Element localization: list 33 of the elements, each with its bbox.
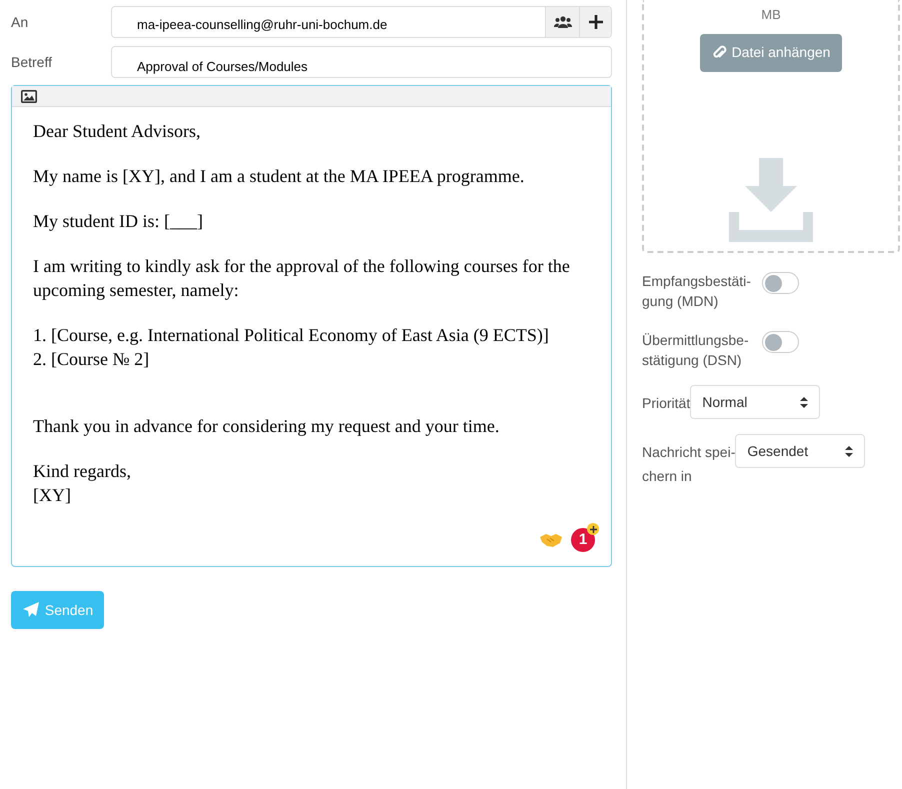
add-recipient-button[interactable]	[579, 7, 611, 37]
message-paragraph: My name is [XY], and I am a student at the MA IPEEA programme.	[33, 165, 526, 188]
message-paragraph: I am writing to kindly ask for the approval of the following courses for the upcoming semester, namely:	[33, 255, 571, 302]
toggle-switch[interactable]	[762, 272, 799, 294]
message-paragraph: Kind regards, [XY]	[33, 460, 132, 507]
field-label: Nachricht spei-chern in	[642, 444, 736, 484]
message-editor[interactable]	[11, 85, 612, 567]
to-label: An	[11, 13, 30, 32]
toggle-switch[interactable]	[762, 331, 799, 353]
dropdown[interactable]: Gesendet	[735, 434, 866, 468]
field-label: Übermittlungsbe-stätigung (DSN)	[642, 331, 750, 370]
plus-icon	[587, 523, 599, 535]
image-icon[interactable]	[21, 90, 37, 102]
field-label: Priorität	[642, 395, 690, 411]
dropdown[interactable]: Normal	[690, 385, 820, 419]
sort-icon	[845, 446, 854, 456]
contacts-button[interactable]	[545, 7, 579, 37]
plus-icon	[588, 15, 602, 29]
size-unit: MB	[761, 6, 781, 24]
sort-icon	[800, 396, 808, 408]
paper-plane-icon	[22, 601, 40, 619]
subject-label: Betreff	[11, 53, 53, 72]
message-paragraph: My student ID is: [___]	[33, 210, 204, 233]
subject-field[interactable]: Approval of Courses/Modules	[111, 46, 612, 78]
recipient-field[interactable]: ma-ipeea-counselling@ruhr-uni-bochum.de	[111, 6, 612, 38]
message-paragraph: Dear Student Advisors,	[33, 120, 202, 143]
message-paragraph: Thank you in advance for considering my request and your time.	[33, 415, 500, 438]
paperclip-icon	[712, 44, 727, 60]
people-icon	[554, 16, 572, 28]
download-icon	[729, 158, 813, 242]
field-label: Empfangsbestäti-gung (MDN)	[642, 272, 752, 311]
notification-badge[interactable]: 1	[571, 528, 595, 552]
message-paragraph: 1. [Course, e.g. International Political Economy of East Asia (9 ECTS)] 2. [Course № 2]	[33, 324, 550, 371]
